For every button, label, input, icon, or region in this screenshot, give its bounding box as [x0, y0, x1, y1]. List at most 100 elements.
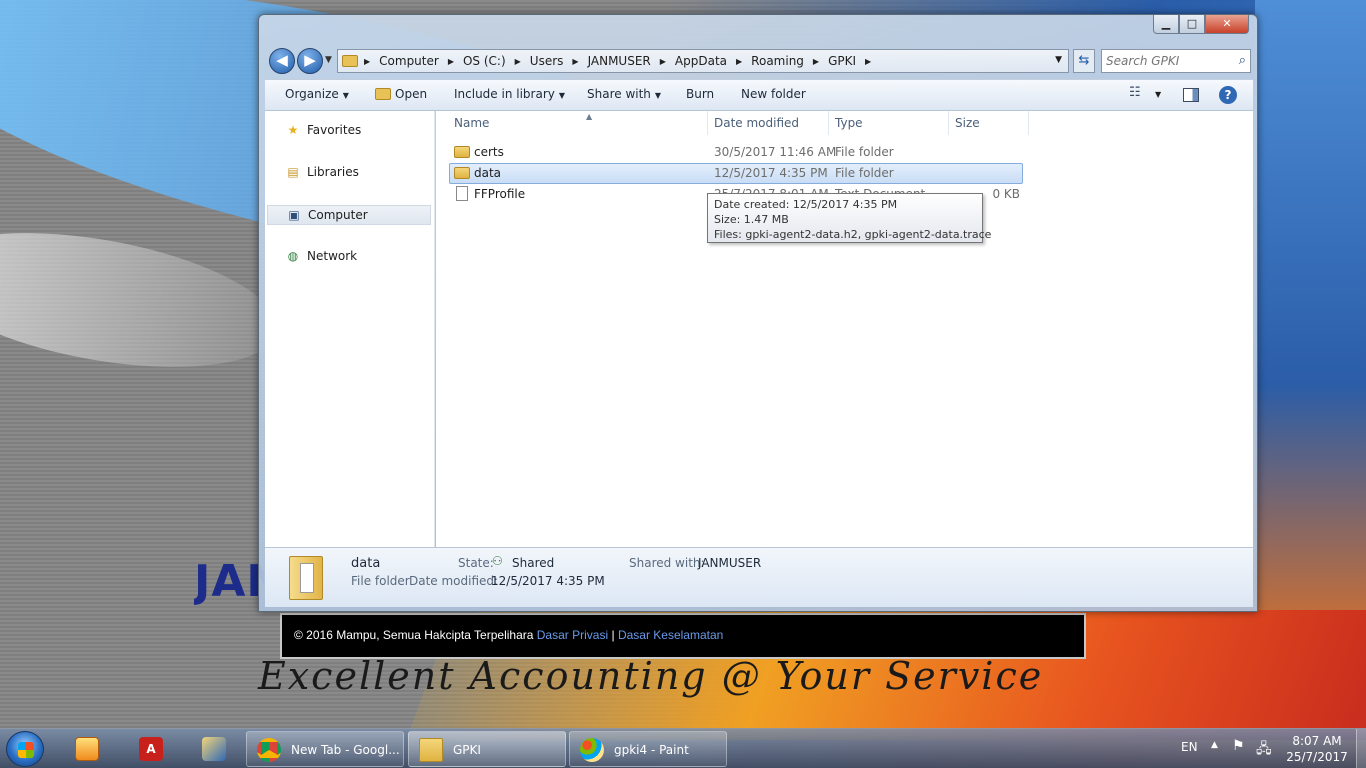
media-player-pin[interactable]	[62, 733, 112, 767]
file-date: 12/5/2017 4:35 PM	[714, 166, 828, 180]
media-player-icon	[75, 737, 99, 761]
open-button[interactable]: Open	[375, 87, 427, 101]
breadcrumb-appdata[interactable]: AppData	[675, 54, 727, 68]
column-header-type[interactable]: Type	[829, 111, 949, 135]
clock-date: 25/7/2017	[1286, 750, 1348, 764]
breadcrumb-user[interactable]: JANMUSER	[588, 54, 651, 68]
security-link[interactable]: Dasar Keselamatan	[618, 628, 723, 642]
chevron-right-icon[interactable]: ▶	[660, 57, 666, 66]
maximize-button[interactable]: □	[1179, 15, 1205, 34]
chevron-right-icon[interactable]: ▶	[364, 57, 370, 66]
file-list: Name ▲ Date modified Type Size certs 30/…	[436, 111, 1253, 547]
table-row-selected[interactable]: data 12/5/2017 4:35 PM File folder	[449, 163, 1023, 184]
acrobat-reader-pin[interactable]: A	[126, 733, 176, 767]
file-name: FFProfile	[474, 187, 526, 201]
file-name: data	[474, 166, 502, 180]
details-state-value: Shared	[512, 556, 555, 570]
open-label: Open	[395, 87, 428, 101]
new-folder-button[interactable]: New folder	[741, 87, 806, 101]
folder-tooltip: Date created: 12/5/2017 4:35 PM Size: 1.…	[707, 193, 991, 243]
address-history-dropdown-icon[interactable]: ▼	[1055, 55, 1062, 65]
close-button[interactable]: ✕	[1205, 15, 1249, 34]
background-banner-text: JAN	[194, 556, 264, 606]
navigation-bar: ◀ ▶ ▼ ▶ Computer ▶ OS (C:) ▶ Users ▶ JAN…	[269, 47, 1251, 75]
network-icon: ◍	[287, 249, 299, 263]
search-icon[interactable]: ⌕	[1239, 53, 1246, 68]
refresh-button[interactable]: ⇆	[1073, 49, 1095, 73]
view-options-chevron-down-icon[interactable]: ▼	[1155, 90, 1161, 99]
file-explorer-pin[interactable]	[189, 733, 239, 767]
language-indicator[interactable]: EN	[1181, 740, 1198, 754]
explorer-window: ▁ □ ✕ ◀ ▶ ▼ ▶ Computer ▶ OS (C:) ▶ Users…	[258, 14, 1258, 612]
show-desktop-button[interactable]	[1356, 729, 1366, 768]
search-input[interactable]	[1106, 53, 1224, 69]
network-status-icon[interactable]: 🖧	[1256, 738, 1272, 762]
organize-menu[interactable]: Organize ▼	[285, 87, 349, 101]
minimize-button[interactable]: ▁	[1153, 15, 1179, 34]
folder-icon	[375, 88, 391, 100]
preview-pane-icon[interactable]	[1183, 88, 1199, 102]
wallpaper-accent	[1255, 0, 1366, 640]
start-button[interactable]	[6, 731, 44, 767]
tooltip-date-created: Date created: 12/5/2017 4:35 PM	[714, 198, 898, 211]
back-button[interactable]: ◀	[269, 48, 295, 74]
privacy-link[interactable]: Dasar Privasi	[537, 628, 608, 642]
breadcrumb-roaming[interactable]: Roaming	[751, 54, 804, 68]
chrome-icon	[257, 738, 281, 762]
details-shared-value: JANMUSER	[698, 556, 762, 570]
include-in-library-label: Include in library	[454, 87, 555, 101]
column-header-date-modified[interactable]: Date modified	[708, 111, 829, 135]
chevron-right-icon[interactable]: ▶	[572, 57, 578, 66]
system-clock[interactable]: 8:07 AM 25/7/2017	[1284, 733, 1350, 765]
background-slogan: Excellent Accounting @ Your Service	[258, 654, 1044, 698]
background-footer-bar: © 2016 Mampu, Semua Hakcipta Terpelihara…	[280, 613, 1086, 659]
chevron-down-icon: ▼	[654, 91, 662, 100]
windows-logo-icon	[18, 742, 34, 758]
sidebar-item-network[interactable]: ◍ Network	[285, 249, 357, 263]
help-icon[interactable]: ?	[1219, 86, 1237, 104]
file-name: certs	[474, 145, 504, 159]
chevron-right-icon[interactable]: ▶	[515, 57, 521, 66]
sidebar-item-label: Libraries	[307, 165, 359, 179]
share-with-label: Share with	[587, 87, 651, 101]
table-row[interactable]: certs 30/5/2017 11:46 AM File folder	[450, 142, 1024, 163]
wallpaper-swoosh	[0, 209, 288, 391]
forward-button[interactable]: ▶	[297, 48, 323, 74]
breadcrumb-users[interactable]: Users	[530, 54, 564, 68]
details-shared-label: Shared with:	[629, 556, 705, 570]
breadcrumb-drive[interactable]: OS (C:)	[463, 54, 506, 68]
chevron-right-icon[interactable]: ▶	[448, 57, 454, 66]
computer-icon: ▣	[288, 208, 300, 222]
footer-copyright: © 2016 Mampu, Semua Hakcipta Terpelihara	[294, 628, 534, 642]
sidebar-item-favorites[interactable]: ★ Favorites	[285, 123, 362, 137]
chevron-down-icon: ▼	[558, 91, 566, 100]
search-box[interactable]: ⌕	[1101, 49, 1251, 73]
taskbar-item-paint[interactable]: gpki4 - Paint	[569, 731, 727, 767]
tooltip-size: Size: 1.47 MB	[714, 213, 789, 226]
column-header-size[interactable]: Size	[949, 111, 1029, 135]
change-view-icon[interactable]: ☷	[1129, 85, 1141, 100]
details-name: data	[351, 556, 381, 571]
show-hidden-icons-chevron-up-icon[interactable]: ▲	[1211, 740, 1218, 750]
chevron-right-icon[interactable]: ▶	[736, 57, 742, 66]
chevron-right-icon[interactable]: ▶	[813, 57, 819, 66]
breadcrumb-computer[interactable]: Computer	[379, 54, 439, 68]
sidebar-item-libraries[interactable]: ▤ Libraries	[285, 165, 359, 179]
text-document-icon	[456, 186, 468, 201]
share-with-menu[interactable]: Share with ▼	[587, 87, 661, 101]
recent-pages-dropdown-icon[interactable]: ▼	[325, 55, 332, 65]
breadcrumb-gpki[interactable]: GPKI	[828, 54, 856, 68]
taskbar-item-explorer[interactable]: GPKI	[408, 731, 566, 767]
command-bar: Organize ▼ Open Include in library ▼ Share…	[265, 79, 1253, 111]
chevron-right-icon[interactable]: ▶	[865, 57, 871, 66]
folder-icon	[419, 738, 443, 762]
include-in-library-menu[interactable]: Include in library ▼	[454, 87, 565, 101]
action-center-flag-icon[interactable]: ⚑	[1232, 738, 1245, 754]
taskbar-item-chrome[interactable]: New Tab - Googl...	[246, 731, 404, 767]
column-header-name[interactable]: Name ▲	[448, 111, 708, 135]
sidebar-item-computer[interactable]: ▣ Computer	[267, 205, 431, 225]
burn-button[interactable]: Burn	[686, 87, 714, 101]
paint-palette-icon	[580, 738, 604, 762]
address-bar[interactable]: ▶ Computer ▶ OS (C:) ▶ Users ▶ JANMUSER …	[337, 49, 1069, 73]
clock-time: 8:07 AM	[1292, 734, 1342, 748]
